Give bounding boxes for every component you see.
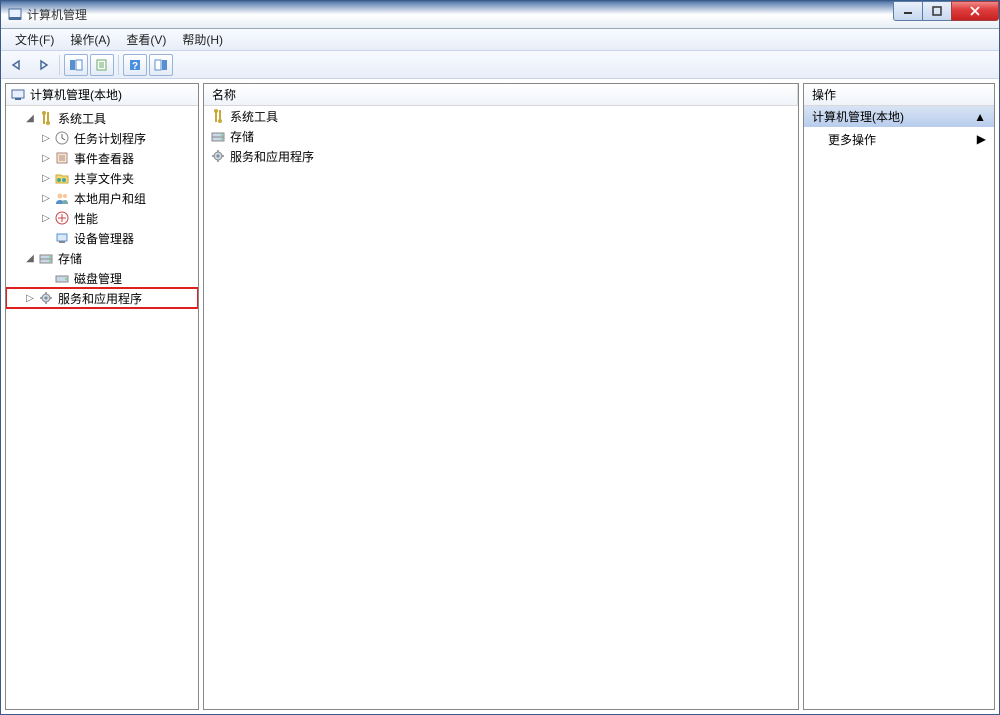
titlebar[interactable]: 计算机管理 [1, 1, 999, 29]
storage-icon [210, 128, 226, 144]
tree-item-label: 系统工具 [56, 109, 108, 128]
tree-root[interactable]: 计算机管理(本地) [6, 84, 198, 106]
tree-item-event-viewer[interactable]: ▷ 事件查看器 [6, 148, 198, 168]
tree-item-disk-management[interactable]: 磁盘管理 [6, 268, 198, 288]
forward-button[interactable] [31, 54, 55, 76]
show-actions-button[interactable] [149, 54, 173, 76]
list-item-label: 服务和应用程序 [230, 148, 314, 165]
expander-icon[interactable]: ◢ [24, 113, 36, 124]
actions-panel: 操作 计算机管理(本地) ▲ 更多操作 ▶ [803, 83, 995, 710]
show-hide-tree-button[interactable] [64, 54, 88, 76]
expander-icon[interactable]: ▷ [40, 213, 52, 224]
tree-root-label: 计算机管理(本地) [30, 86, 122, 103]
expander-icon[interactable]: ▷ [40, 193, 52, 204]
services-icon [210, 148, 226, 164]
tree-item-label: 性能 [72, 209, 100, 228]
maximize-button[interactable] [922, 1, 952, 21]
svg-text:?: ? [132, 61, 138, 72]
tree-item-storage[interactable]: ◢ 存储 [6, 248, 198, 268]
toolbar-separator [59, 55, 60, 75]
shared-folder-icon [54, 170, 70, 186]
device-manager-icon [54, 230, 70, 246]
collapse-icon: ▲ [974, 110, 986, 124]
tree-item-label: 本地用户和组 [72, 189, 148, 208]
menu-view[interactable]: 查看(V) [118, 29, 174, 50]
minimize-button[interactable] [893, 1, 923, 21]
actions-section[interactable]: 计算机管理(本地) ▲ [804, 106, 994, 128]
tree-item-system-tools[interactable]: ◢ 系统工具 [6, 108, 198, 128]
tree-panel: 计算机管理(本地) ◢ 系统工具 ▷ 任务计划程序 ▷ 事件查看器 [5, 83, 199, 710]
tree-item-label: 事件查看器 [72, 149, 136, 168]
expander-icon[interactable]: ▷ [40, 153, 52, 164]
list-item-label: 系统工具 [230, 108, 278, 125]
tree-item-label: 任务计划程序 [72, 129, 148, 148]
performance-icon [54, 210, 70, 226]
list-header: 名称 [204, 84, 798, 106]
expander-icon[interactable]: ▷ [40, 173, 52, 184]
computer-management-icon [10, 87, 26, 103]
list-body: 系统工具 存储 服务和应用程序 [204, 106, 798, 709]
tree: ◢ 系统工具 ▷ 任务计划程序 ▷ 事件查看器 ▷ 共享文件夹 [6, 106, 198, 709]
menubar: 文件(F) 操作(A) 查看(V) 帮助(H) [1, 29, 999, 51]
actions-header: 操作 [804, 84, 994, 106]
tree-item-device-manager[interactable]: 设备管理器 [6, 228, 198, 248]
window: 计算机管理 文件(F) 操作(A) 查看(V) 帮助(H) ? 计算机管理(本地… [0, 0, 1000, 715]
tree-item-local-users[interactable]: ▷ 本地用户和组 [6, 188, 198, 208]
menu-file[interactable]: 文件(F) [7, 29, 62, 50]
window-title: 计算机管理 [27, 6, 894, 23]
storage-icon [38, 250, 54, 266]
users-icon [54, 190, 70, 206]
disk-icon [54, 270, 70, 286]
tree-item-shared-folders[interactable]: ▷ 共享文件夹 [6, 168, 198, 188]
tree-item-label: 设备管理器 [72, 229, 136, 248]
list-item[interactable]: 存储 [204, 126, 798, 146]
toolbar-separator [118, 55, 119, 75]
action-more-actions[interactable]: 更多操作 ▶ [804, 128, 994, 150]
tree-item-label: 服务和应用程序 [56, 289, 144, 308]
menu-help[interactable]: 帮助(H) [174, 29, 231, 50]
tree-item-label: 存储 [56, 249, 84, 268]
app-icon [7, 7, 23, 23]
list-item[interactable]: 系统工具 [204, 106, 798, 126]
tree-item-performance[interactable]: ▷ 性能 [6, 208, 198, 228]
expander-icon[interactable]: ▷ [40, 133, 52, 144]
tree-item-services-apps[interactable]: ▷ 服务和应用程序 [6, 288, 198, 308]
action-item-label: 更多操作 [828, 131, 876, 148]
services-icon [38, 290, 54, 306]
help-button[interactable]: ? [123, 54, 147, 76]
window-controls [894, 1, 999, 21]
tree-item-label: 磁盘管理 [72, 269, 124, 288]
list-item[interactable]: 服务和应用程序 [204, 146, 798, 166]
submenu-icon: ▶ [977, 132, 986, 146]
list-item-label: 存储 [230, 128, 254, 145]
actions-section-label: 计算机管理(本地) [812, 108, 904, 125]
tree-item-task-scheduler[interactable]: ▷ 任务计划程序 [6, 128, 198, 148]
tools-icon [210, 108, 226, 124]
list-panel: 名称 系统工具 存储 服务和应用程序 [203, 83, 799, 710]
toolbar: ? [1, 51, 999, 79]
clock-icon [54, 130, 70, 146]
expander-icon[interactable]: ◢ [24, 253, 36, 264]
menu-action[interactable]: 操作(A) [62, 29, 118, 50]
tree-item-label: 共享文件夹 [72, 169, 136, 188]
event-viewer-icon [54, 150, 70, 166]
column-header-name[interactable]: 名称 [204, 84, 798, 105]
content-area: 计算机管理(本地) ◢ 系统工具 ▷ 任务计划程序 ▷ 事件查看器 [1, 79, 999, 714]
back-button[interactable] [5, 54, 29, 76]
expander-icon[interactable]: ▷ [24, 293, 36, 304]
tools-icon [38, 110, 54, 126]
properties-button[interactable] [90, 54, 114, 76]
close-button[interactable] [951, 1, 999, 21]
